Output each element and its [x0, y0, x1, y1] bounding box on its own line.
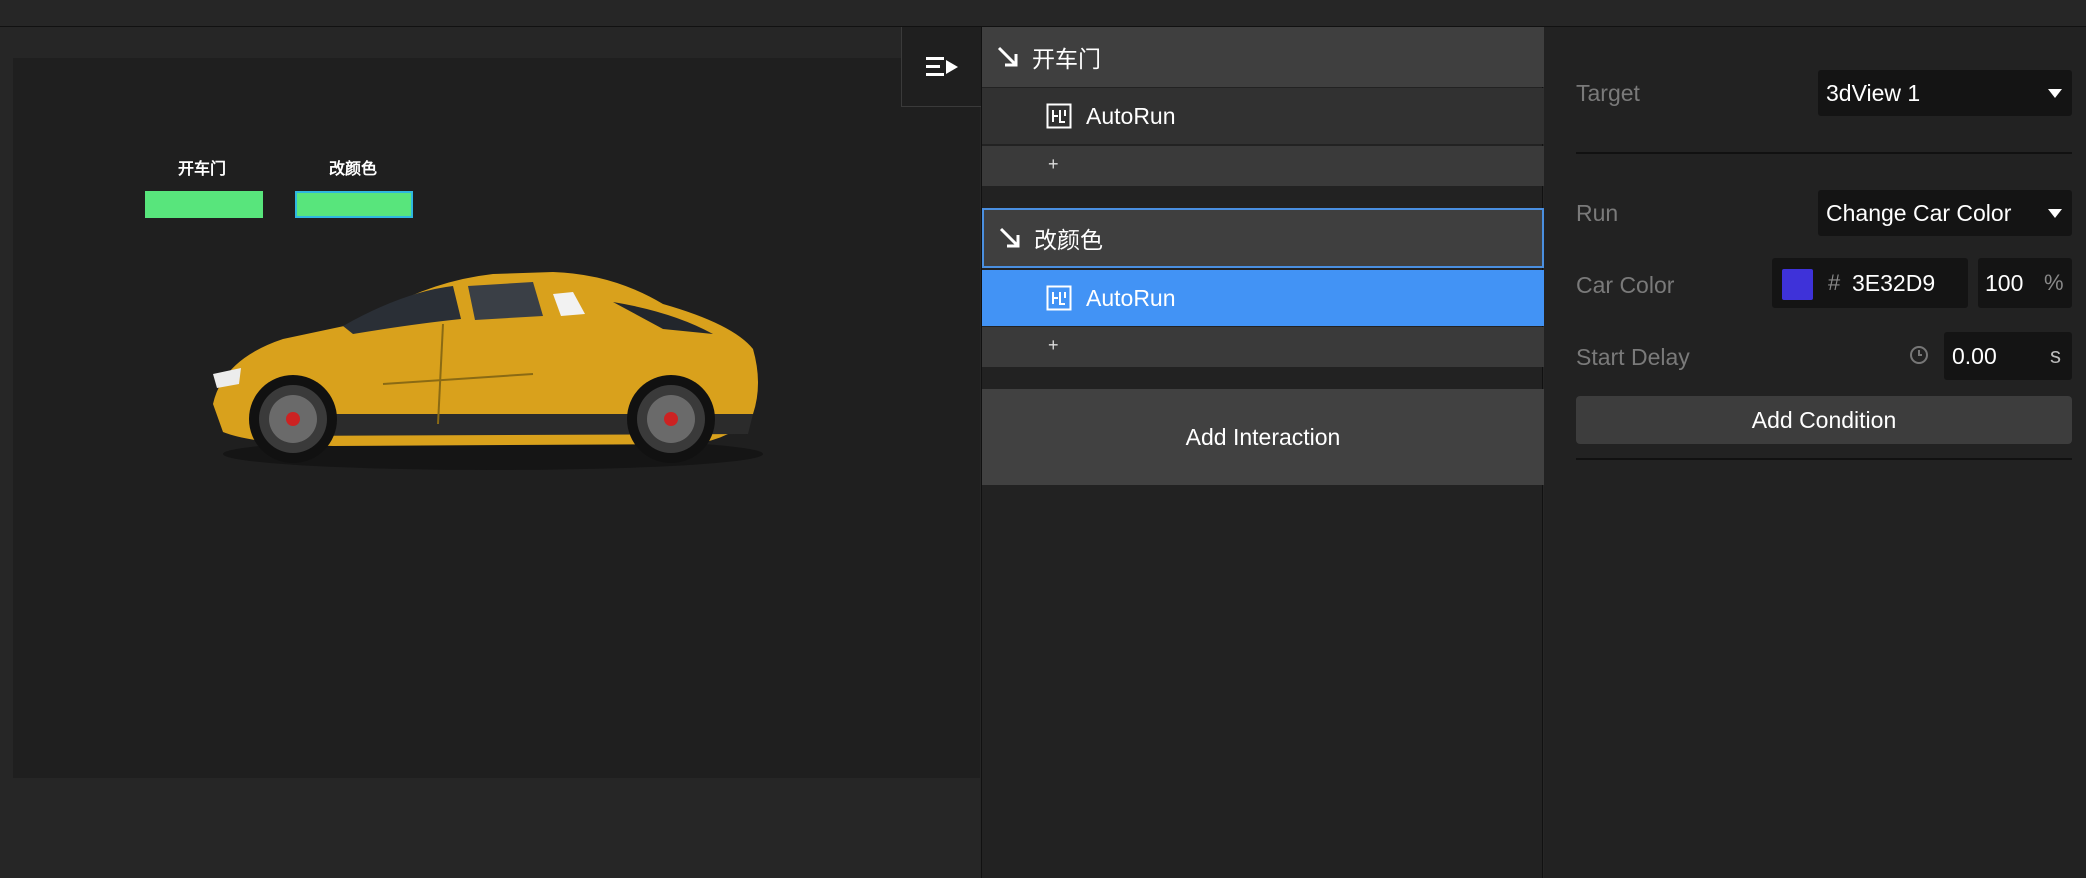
trigger-button-change-color[interactable] — [295, 191, 413, 218]
interaction-group-open-door[interactable]: 开车门 — [982, 27, 1544, 87]
action-row-autorun-selected[interactable]: AutoRun — [982, 270, 1544, 326]
action-label: AutoRun — [1086, 284, 1176, 311]
start-delay-input[interactable]: 0.00 — [1952, 343, 1997, 370]
trigger-label-change-color: 改颜色 — [328, 161, 377, 178]
add-interaction-button[interactable]: Add Interaction — [982, 389, 1544, 485]
car-color-label: Car Color — [1576, 272, 1675, 298]
opacity-unit: % — [2044, 270, 2064, 295]
hash-symbol: # — [1828, 270, 1841, 295]
start-delay-unit: s — [2050, 343, 2061, 368]
add-action-button[interactable]: + — [982, 327, 1544, 367]
clock-icon — [1910, 346, 1928, 364]
opacity-field[interactable]: 100 % — [1978, 258, 2072, 308]
target-label: Target — [1576, 80, 1640, 106]
start-delay-label: Start Delay — [1576, 344, 1690, 370]
action-row-autorun[interactable]: AutoRun — [982, 88, 1544, 144]
trigger-arrow-icon — [997, 46, 1018, 67]
trigger-label-open-door: 开车门 — [177, 161, 226, 178]
caret-down-icon — [2048, 208, 2062, 218]
action-label: AutoRun — [1086, 102, 1176, 129]
caret-down-icon — [2048, 88, 2062, 98]
interaction-group-change-color[interactable]: 改颜色 — [982, 208, 1544, 268]
plus-icon: + — [1048, 335, 1059, 355]
interaction-group-title: 开车门 — [1032, 46, 1101, 72]
script-icon — [1046, 285, 1072, 311]
section-divider — [1576, 152, 2072, 154]
list-play-icon — [925, 56, 958, 76]
run-label: Run — [1576, 200, 1619, 226]
color-swatch[interactable] — [1782, 269, 1813, 300]
plus-icon: + — [1048, 154, 1059, 174]
trigger-button-open-door[interactable] — [145, 191, 263, 218]
top-bar — [0, 0, 2086, 27]
run-value: Change Car Color — [1826, 199, 2012, 226]
interaction-list: 开车门 AutoRun + 改颜色 AutoRun + Add Interact… — [981, 27, 1544, 878]
properties-panel — [1544, 27, 2086, 878]
car-3d-model[interactable] — [193, 264, 793, 480]
car-color-field[interactable]: # 3E32D9 — [1772, 258, 1968, 308]
preview-viewport: 开车门 改颜色 — [0, 27, 980, 878]
target-dropdown[interactable]: 3dView 1 — [1818, 70, 2072, 116]
section-divider — [1576, 458, 2072, 460]
target-value: 3dView 1 — [1826, 79, 1921, 106]
start-delay-field[interactable]: 0.00 s — [1944, 332, 2072, 380]
script-icon — [1046, 103, 1072, 129]
car-color-hex-input[interactable]: 3E32D9 — [1852, 270, 1935, 297]
preview-canvas: 开车门 改颜色 — [13, 58, 980, 778]
run-dropdown[interactable]: Change Car Color — [1818, 190, 2072, 236]
opacity-input[interactable]: 100 — [1985, 270, 2023, 297]
add-condition-button[interactable]: Add Condition — [1576, 396, 2072, 444]
trigger-arrow-icon — [999, 227, 1020, 248]
add-action-button[interactable]: + — [982, 146, 1544, 186]
interaction-group-title: 改颜色 — [1034, 227, 1103, 253]
collapse-panel-button[interactable] — [901, 27, 981, 107]
